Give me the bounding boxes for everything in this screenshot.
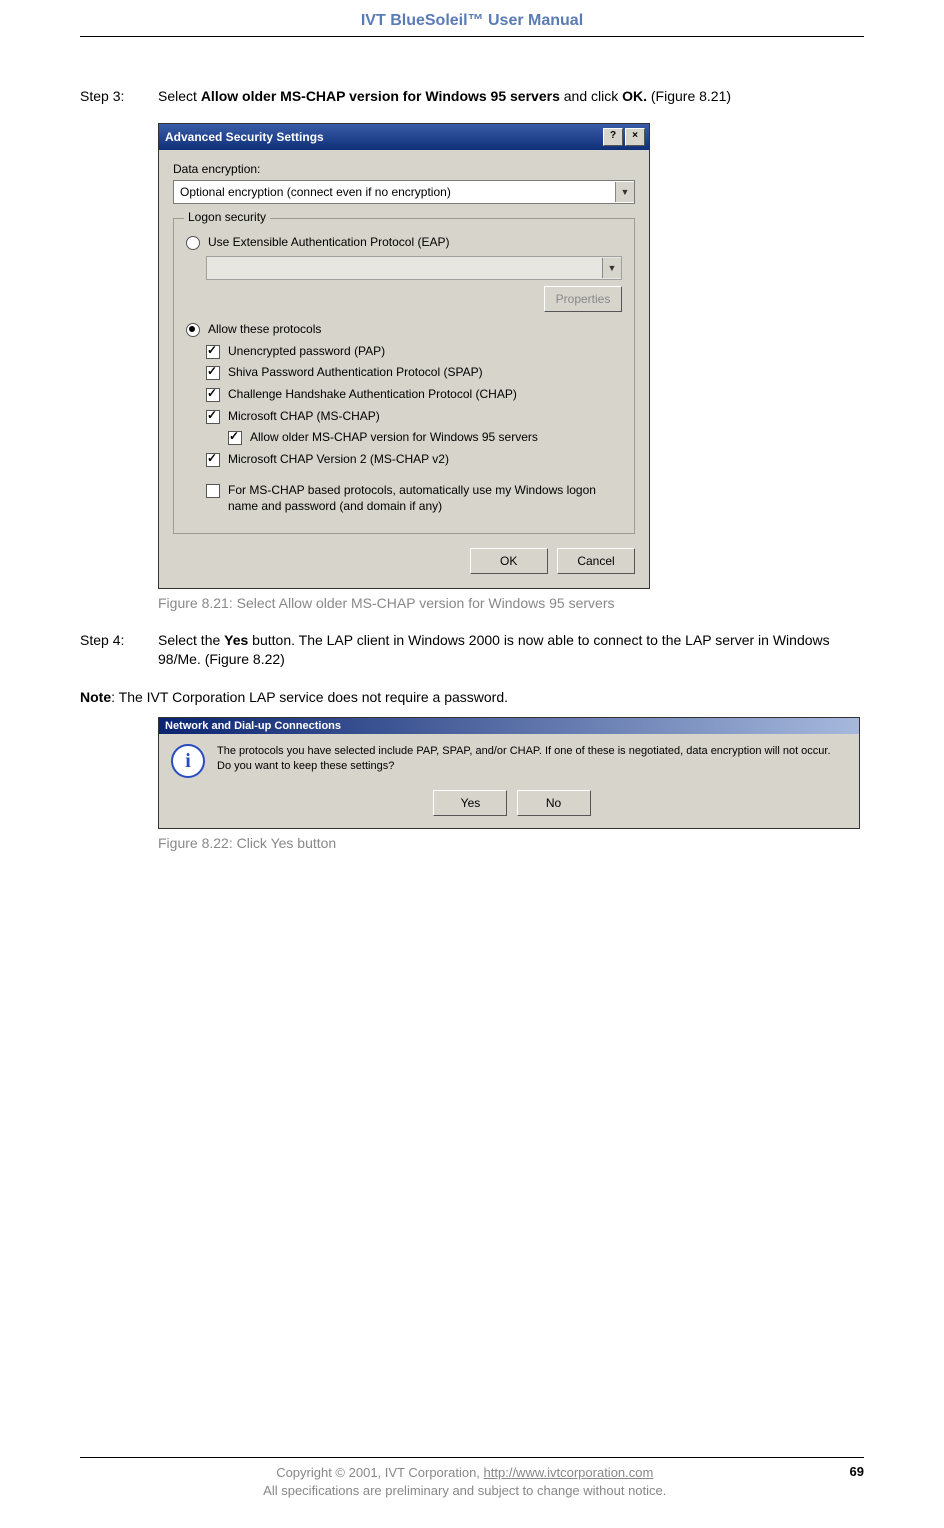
info-icon: i (171, 744, 205, 778)
close-icon[interactable]: × (625, 128, 645, 146)
step4-post: button. The LAP client in Windows 2000 i… (158, 632, 830, 668)
encryption-value: Optional encryption (connect even if no … (174, 185, 615, 199)
checkbox-mschap2[interactable] (206, 453, 220, 467)
figure-8-22-caption: Figure 8.22: Click Yes button (158, 835, 864, 851)
step3-row: Step 3: Select Allow older MS-CHAP versi… (80, 87, 864, 107)
dialog2-title: Network and Dial-up Connections (165, 720, 855, 732)
footer-disclaimer: All specifications are preliminary and s… (263, 1483, 666, 1498)
help-icon[interactable]: ? (603, 128, 623, 146)
chevron-down-icon[interactable]: ▼ (615, 182, 634, 202)
footer-copyright: Copyright © 2001, IVT Corporation, (276, 1465, 483, 1480)
step4-label: Step 4: (80, 631, 158, 670)
ok-button[interactable]: OK (470, 548, 548, 574)
checkbox-spap-label: Shiva Password Authentication Protocol (… (228, 365, 483, 381)
page-number: 69 (850, 1464, 864, 1479)
chevron-down-icon: ▼ (602, 258, 621, 278)
encryption-label: Data encryption: (173, 162, 635, 176)
checkbox-mschap-older-label: Allow older MS-CHAP version for Windows … (250, 430, 538, 446)
checkbox-mschap2-label: Microsoft CHAP Version 2 (MS-CHAP v2) (228, 452, 449, 468)
note-label: Note (80, 689, 111, 705)
footer-link[interactable]: http://www.ivtcorporation.com (484, 1465, 654, 1480)
header-rule (80, 36, 864, 37)
checkbox-pap-label: Unencrypted password (PAP) (228, 344, 385, 360)
note-row: Note: The IVT Corporation LAP service do… (80, 688, 864, 708)
yes-button[interactable]: Yes (433, 790, 507, 816)
radio-eap-label: Use Extensible Authentication Protocol (… (208, 235, 449, 251)
radio-allow-protocols-label: Allow these protocols (208, 322, 321, 338)
dialog2-titlebar: Network and Dial-up Connections (159, 718, 859, 734)
step3-mid: and click (560, 88, 622, 104)
step4-body: Select the Yes button. The LAP client in… (158, 631, 864, 670)
dialog2-message: The protocols you have selected include … (217, 744, 847, 773)
network-dialup-dialog: Network and Dial-up Connections i The pr… (158, 717, 860, 829)
step3-post: (Figure 8.21) (647, 88, 731, 104)
checkbox-auto-logon[interactable] (206, 484, 220, 498)
logon-security-legend: Logon security (184, 210, 270, 224)
encryption-combo[interactable]: Optional encryption (connect even if no … (173, 180, 635, 204)
step3-label: Step 3: (80, 87, 158, 107)
step3-bold1: Allow older MS-CHAP version for Windows … (201, 88, 560, 104)
no-button[interactable]: No (517, 790, 591, 816)
step3-pre: Select (158, 88, 201, 104)
advanced-security-dialog: Advanced Security Settings ? × Data encr… (158, 123, 650, 589)
note-text: : The IVT Corporation LAP service does n… (111, 689, 508, 705)
dialog1-titlebar: Advanced Security Settings ? × (159, 124, 649, 150)
radio-eap[interactable] (186, 236, 200, 250)
properties-button: Properties (544, 286, 622, 312)
checkbox-spap[interactable] (206, 366, 220, 380)
cancel-button[interactable]: Cancel (557, 548, 635, 574)
dialog1-title: Advanced Security Settings (165, 130, 601, 144)
checkbox-mschap[interactable] (206, 410, 220, 424)
checkbox-mschap-label: Microsoft CHAP (MS-CHAP) (228, 409, 380, 425)
step4-row: Step 4: Select the Yes button. The LAP c… (80, 631, 864, 670)
step4-bold: Yes (224, 632, 248, 648)
checkbox-mschap-older[interactable] (228, 431, 242, 445)
doc-header: IVT BlueSoleil™ User Manual (80, 12, 864, 36)
checkbox-pap[interactable] (206, 345, 220, 359)
eap-combo: ▼ (206, 256, 622, 280)
step3-body: Select Allow older MS-CHAP version for W… (158, 87, 864, 107)
checkbox-auto-logon-label: For MS-CHAP based protocols, automatical… (228, 483, 622, 514)
checkbox-chap-label: Challenge Handshake Authentication Proto… (228, 387, 517, 403)
doc-footer: Copyright © 2001, IVT Corporation, http:… (80, 1457, 864, 1500)
step4-pre: Select the (158, 632, 224, 648)
checkbox-chap[interactable] (206, 388, 220, 402)
figure-8-21-caption: Figure 8.21: Select Allow older MS-CHAP … (158, 595, 864, 611)
logon-security-group: Logon security Use Extensible Authentica… (173, 218, 635, 534)
radio-allow-protocols[interactable] (186, 323, 200, 337)
step3-bold2: OK. (622, 88, 647, 104)
